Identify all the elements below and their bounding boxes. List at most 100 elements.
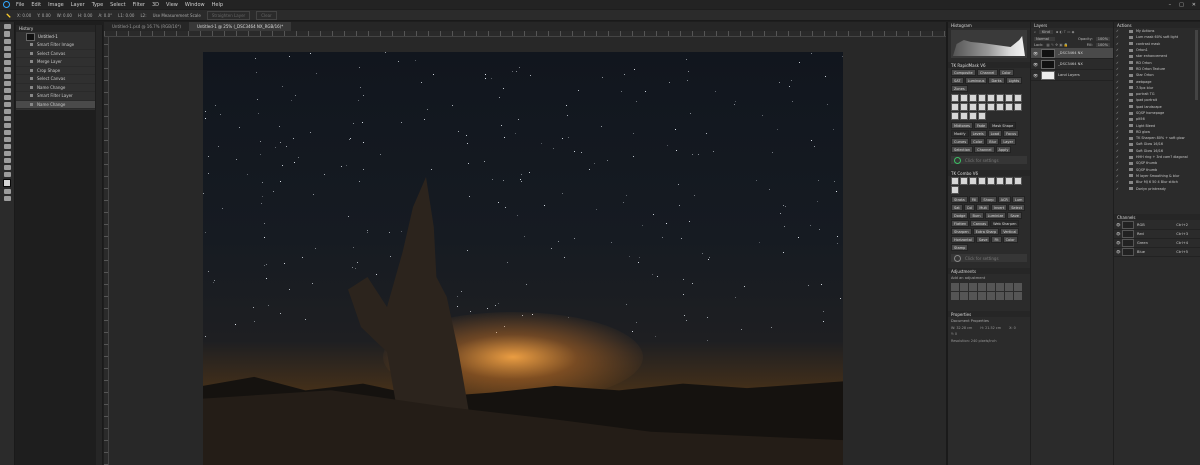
check-icon[interactable]: ✓ [1116,174,1121,178]
eyedropper-tool-icon[interactable] [3,67,11,72]
check-icon[interactable]: ✓ [1116,168,1121,172]
color-combo-button[interactable]: Color [1002,236,1018,243]
combo-tool-icon[interactable] [951,177,959,185]
clone-stamp-tool-icon[interactable] [3,88,11,93]
zone-swatch-icon[interactable] [951,112,959,120]
channels-title[interactable]: Channels [1114,214,1200,220]
load-button[interactable]: Load [987,130,1003,137]
zone-swatch-icon[interactable] [960,103,968,111]
measurement-scale-checkbox[interactable]: Use Measurement Scale [153,13,201,18]
combo-tool-icon[interactable] [960,177,968,185]
type-tool-icon[interactable] [3,137,11,142]
quick-mask-icon[interactable] [3,189,11,194]
sat-button[interactable]: SAT [951,77,964,84]
zone-swatch-icon[interactable] [996,94,1004,102]
check-icon[interactable]: ✓ [1116,92,1121,96]
check-icon[interactable]: ✓ [1116,54,1121,58]
combo-tool-icon[interactable] [978,177,986,185]
clear-button[interactable]: Clear [256,10,277,20]
menu-3d[interactable]: 3D [152,2,159,8]
zone-swatch-icon[interactable] [1014,103,1022,111]
history-snapshot[interactable]: Untitled-1 [16,32,95,41]
channel-row[interactable]: 👁 Green Ctrl+4 [1114,239,1200,248]
zone-swatch-icon[interactable] [978,94,986,102]
minimize-icon[interactable]: – [1169,2,1172,8]
check-icon[interactable]: ✓ [1116,117,1121,121]
levels-icon[interactable] [960,283,968,291]
foreground-background-color-icon[interactable] [3,179,11,187]
history-item[interactable]: Smart Filter Layer [16,92,95,101]
zone-swatch-icon[interactable] [969,112,977,120]
zone-swatch-icon[interactable] [1005,103,1013,111]
menu-view[interactable]: View [166,2,178,8]
color-button[interactable]: Color [998,69,1014,76]
check-icon[interactable]: ✓ [1116,187,1121,191]
history-item[interactable]: Name Change [16,84,95,92]
blur-button[interactable]: Blur [986,138,1000,145]
color-balance-icon[interactable] [1005,283,1013,291]
shape-tool-icon[interactable] [3,151,11,156]
pen-tool-icon[interactable] [3,130,11,135]
crop-tool-icon[interactable] [3,53,11,58]
curves-button[interactable]: Curves [951,138,970,145]
zone-swatch-icon[interactable] [978,103,986,111]
combo-tool-icon[interactable] [969,177,977,185]
check-icon[interactable]: ✓ [1116,124,1121,128]
combo-settings[interactable]: Click for settings [951,254,1027,262]
exposure-icon[interactable] [978,283,986,291]
modify-button[interactable]: Modify [951,130,969,137]
color-mask-button[interactable]: Color [970,138,986,145]
healing-tool-icon[interactable] [3,74,11,79]
channel-row[interactable]: 👁 RGB Ctrl+2 [1114,221,1200,230]
check-icon[interactable]: ✓ [1116,67,1121,71]
check-icon[interactable]: ✓ [1116,29,1121,33]
opacity-input[interactable]: 100% [1095,37,1110,41]
history-item[interactable]: Merge Layer [16,58,95,67]
gradient-tool-icon[interactable] [3,109,11,114]
zone-swatch-icon[interactable] [1014,94,1022,102]
sharpen-button[interactable]: Sharpen [951,228,972,235]
zone-swatch-icon[interactable] [987,94,995,102]
photoshop-logo-icon[interactable] [3,1,10,8]
flatten-button[interactable]: Flatten [951,220,970,227]
document-tab-active[interactable]: Untitled-1 @ 25% (_DSC3464 NX_RGB/16)* [188,22,292,31]
layer-row[interactable]: 👁 _DSC3464 NX [1031,59,1113,70]
vertical-button[interactable]: Vertical [1000,228,1020,235]
threshold-icon[interactable] [996,292,1004,300]
check-icon[interactable]: ✓ [1116,48,1121,52]
black-white-icon[interactable] [1014,283,1022,291]
posterize-icon[interactable] [987,292,995,300]
combo-tool-icon[interactable] [1014,177,1022,185]
maximize-icon[interactable]: □ [1179,2,1184,8]
check-icon[interactable]: ✓ [1116,61,1121,65]
menu-window[interactable]: Window [185,2,205,8]
search-icon[interactable]: ⌕ [1034,30,1036,34]
dodge-tool-icon[interactable] [3,123,11,128]
dodge-button[interactable]: Dodge [951,212,969,219]
straighten-layer-button[interactable]: Straighten Layer [206,10,251,20]
marquee-tool-icon[interactable] [4,31,10,37]
channel-button[interactable]: Channel [976,69,998,76]
zone-swatch-icon[interactable] [996,103,1004,111]
blur-tool-icon[interactable] [3,116,11,121]
canvas-button[interactable]: Canvas [970,220,990,227]
layer-row[interactable]: 👁 Land Layers [1031,70,1113,81]
select-button[interactable]: Select [1008,204,1026,211]
lasso-tool-icon[interactable] [3,39,11,44]
selection-button[interactable]: Selection [951,146,974,153]
color-lookup-icon[interactable] [969,292,977,300]
check-icon[interactable]: ✓ [1116,142,1121,146]
zone-swatch-icon[interactable] [969,103,977,111]
check-icon[interactable]: ✓ [1116,136,1121,140]
fade-button[interactable]: Fade [973,122,989,129]
check-icon[interactable]: ✓ [1116,155,1121,159]
fill-button[interactable]: Fill [968,196,980,203]
menu-filter[interactable]: Filter [133,2,145,8]
check-icon[interactable]: ✓ [1116,130,1121,134]
quick-select-tool-icon[interactable] [3,46,11,51]
layer-row-selected[interactable]: 👁 _DSC3464 NX [1031,48,1113,59]
check-icon[interactable]: ✓ [1116,105,1121,109]
layer-button[interactable]: Layer [1000,138,1017,145]
history-item[interactable]: Select Canvas [16,75,95,84]
gradient-map-icon[interactable] [1005,292,1013,300]
